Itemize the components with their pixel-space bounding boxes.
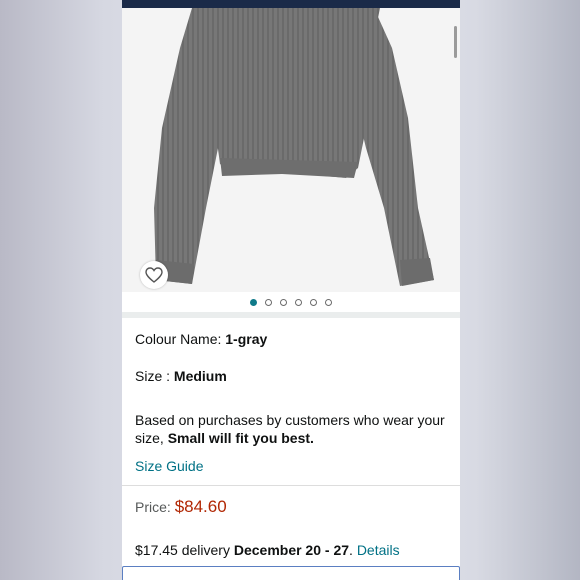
size-guide-link[interactable]: Size Guide bbox=[135, 458, 447, 474]
delivery-period: . bbox=[349, 542, 357, 558]
carousel-dot[interactable] bbox=[325, 298, 332, 306]
carousel-dot[interactable] bbox=[265, 298, 272, 306]
delivery-dates: December 20 - 27 bbox=[233, 542, 350, 558]
heart-icon bbox=[145, 267, 163, 283]
product-page: Colour Name: 1-gray Size : Medium Based … bbox=[122, 0, 460, 580]
product-image-carousel[interactable] bbox=[122, 8, 460, 292]
size-label: Size : bbox=[135, 368, 174, 384]
fit-recommendation: Based on purchases by customers who wear… bbox=[135, 411, 447, 447]
carousel-dot[interactable] bbox=[280, 298, 287, 306]
colour-row[interactable]: Colour Name: 1-gray bbox=[135, 331, 447, 347]
carousel-dot[interactable] bbox=[250, 298, 257, 306]
header-bar bbox=[122, 0, 460, 8]
wishlist-button[interactable] bbox=[140, 261, 168, 289]
carousel-dots bbox=[122, 294, 460, 310]
delivery-row: $17.45 delivery December 20 - 27. Detail… bbox=[135, 542, 447, 558]
size-row[interactable]: Size : Medium bbox=[135, 368, 447, 384]
carousel-dot[interactable] bbox=[310, 298, 317, 306]
price-label: Price: bbox=[135, 499, 175, 515]
divider-line bbox=[122, 485, 460, 486]
fit-recommendation-bold: Small will fit you best. bbox=[167, 430, 314, 446]
carousel-dot[interactable] bbox=[295, 298, 302, 306]
colour-label: Colour Name: bbox=[135, 331, 226, 347]
product-image bbox=[154, 8, 434, 286]
price-row: Price: $84.60 bbox=[135, 497, 447, 517]
section-divider bbox=[122, 312, 460, 318]
quantity-selector[interactable] bbox=[122, 566, 460, 580]
delivery-cost: $17.45 delivery bbox=[135, 542, 234, 558]
size-value: Medium bbox=[173, 368, 227, 384]
price-value: $84.60 bbox=[174, 497, 227, 516]
colour-value: 1-gray bbox=[225, 331, 268, 347]
scrollbar-thumb[interactable] bbox=[454, 26, 457, 58]
details-link[interactable]: Details bbox=[357, 542, 400, 558]
